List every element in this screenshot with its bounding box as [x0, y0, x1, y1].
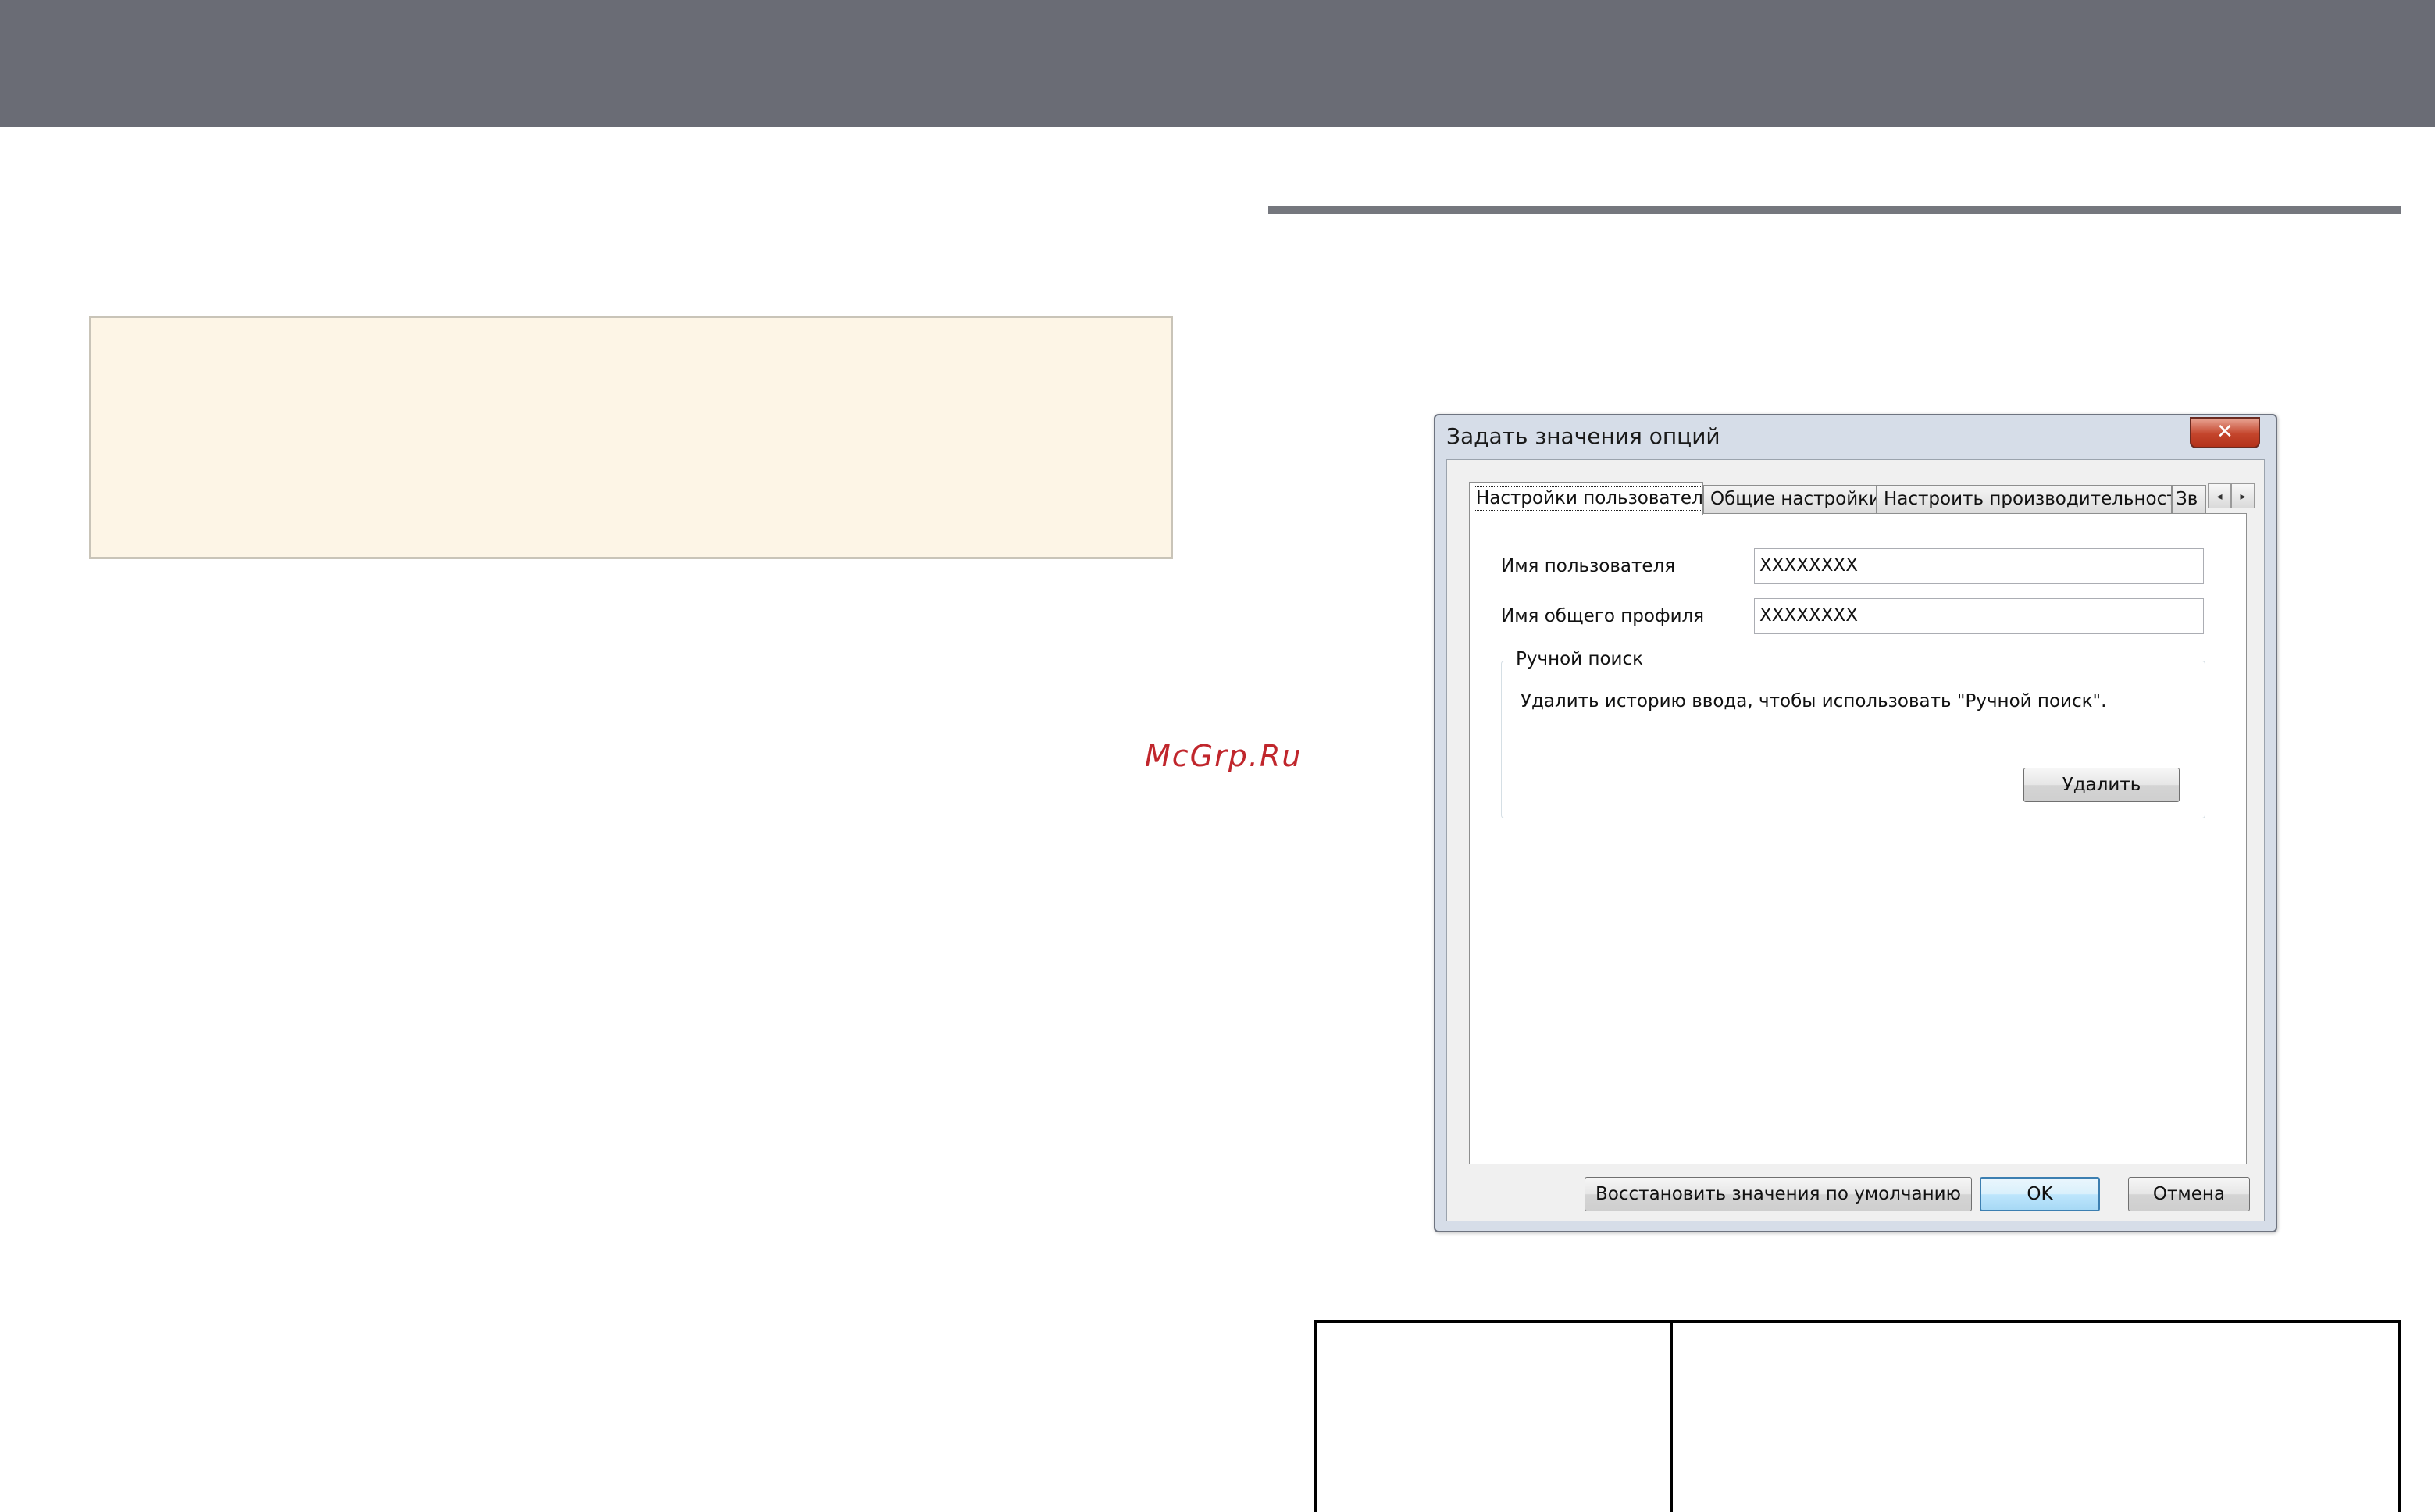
info-table: [1314, 1320, 2401, 1512]
tab-label: Общие настройки: [1710, 489, 1877, 509]
tab-overflow[interactable]: Зв: [2172, 485, 2206, 513]
shared-profile-input[interactable]: XXXXXXXX: [1754, 598, 2204, 634]
note-box: [89, 316, 1173, 559]
tab-label: Настройки пользователя: [1474, 486, 1702, 511]
manual-search-title: Ручной поиск: [1513, 649, 1647, 669]
user-name-input[interactable]: XXXXXXXX: [1754, 548, 2204, 584]
watermark: McGrp.Ru: [1145, 739, 1303, 773]
manual-search-description: Удалить историю ввода, чтобы использоват…: [1521, 691, 2107, 711]
options-dialog: Задать значения опций ✕ Настройки пользо…: [1434, 414, 2277, 1232]
tab-user-settings[interactable]: Настройки пользователя: [1469, 482, 1703, 515]
header-bar: [0, 0, 2435, 127]
restore-defaults-button[interactable]: Восстановить значения по умолчанию: [1585, 1177, 1972, 1211]
user-name-label: Имя пользователя: [1501, 556, 1676, 576]
delete-history-button[interactable]: Удалить: [2023, 768, 2180, 802]
tab-strip: Настройки пользователя Общие настройки Н…: [1469, 482, 2255, 515]
ok-button[interactable]: OK: [1980, 1177, 2100, 1211]
manual-search-group: Ручной поиск Удалить историю ввода, чтоб…: [1501, 649, 2205, 818]
shared-profile-label: Имя общего профиля: [1501, 606, 1705, 626]
tab-general-settings[interactable]: Общие настройки: [1703, 485, 1877, 513]
tab-panel-user-settings: Имя пользователя XXXXXXXX Имя общего про…: [1469, 513, 2247, 1164]
tab-label: Зв: [2176, 489, 2198, 509]
cancel-button[interactable]: Отмена: [2128, 1177, 2250, 1211]
tab-scroll-left-icon[interactable]: ◂: [2208, 483, 2231, 508]
dialog-client: Настройки пользователя Общие настройки Н…: [1446, 459, 2265, 1221]
tab-performance[interactable]: Настроить производительность: [1877, 485, 2172, 513]
close-icon: ✕: [2216, 420, 2234, 444]
section-divider: [1268, 206, 2401, 214]
tab-label: Настроить производительность: [1884, 489, 2172, 509]
dialog-title: Задать значения опций: [1446, 423, 1720, 449]
tab-scroll-right-icon[interactable]: ▸: [2231, 483, 2255, 508]
table-column-divider: [1670, 1323, 1673, 1512]
close-button[interactable]: ✕: [2190, 417, 2260, 448]
